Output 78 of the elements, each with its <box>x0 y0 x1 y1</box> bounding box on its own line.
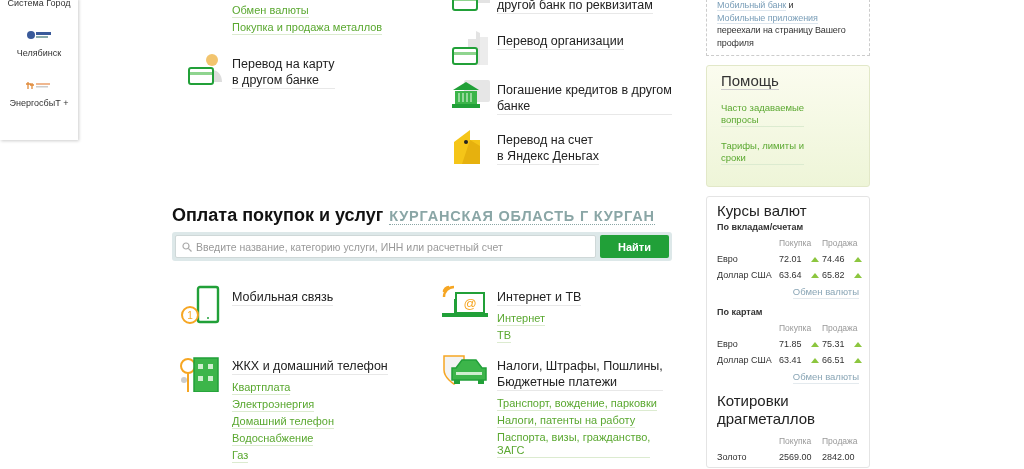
currency-exchange-link[interactable]: Обмен валюты <box>792 285 859 299</box>
service-link[interactable]: ТВ <box>497 329 512 343</box>
transfer-link[interactable]: Погашение кредитов в другом банке <box>497 82 672 115</box>
rates-subtitle: По вкладам/счетам <box>717 222 805 232</box>
up-arrow-icon <box>811 357 819 363</box>
buy-rate: 63.41 <box>779 355 803 365</box>
up-arrow-icon <box>811 341 819 347</box>
service-category-link[interactable]: ЖКХ и домашний телефон <box>232 358 388 375</box>
badge-number: 1 <box>187 310 193 321</box>
buy-rate: 71.85 <box>779 339 803 349</box>
house-tree-icon <box>180 354 220 392</box>
service-link[interactable]: Домашний телефон <box>232 415 335 429</box>
service-link[interactable]: Квартплата <box>232 381 291 395</box>
region-link[interactable]: КУРГАНСКАЯ ОБЛАСТЬ Г КУРГАН <box>389 208 655 225</box>
transfer-link[interactable]: Перевод на счет в Яндекс Деньгах <box>497 132 599 165</box>
help-link[interactable]: Часто задаваемые вопросы <box>721 102 805 127</box>
rates-subtitle: По картам <box>717 307 764 317</box>
profile-link[interactable]: Мобильные приложения <box>717 12 818 24</box>
sell-rate: 74.46 <box>822 254 846 264</box>
help-link[interactable]: Тарифы, лимиты и сроки <box>721 140 804 165</box>
find-button[interactable]: Найти <box>600 235 669 258</box>
up-arrow-icon <box>854 272 862 278</box>
up-arrow-icon <box>854 357 862 363</box>
buy-price: 2569.00 <box>779 452 811 462</box>
company-logo-icon <box>26 80 52 90</box>
car-shield-icon <box>442 354 488 388</box>
bank-icon <box>452 78 490 110</box>
card-building-icon <box>452 29 490 65</box>
service-link[interactable]: Электроэнергия <box>232 398 315 412</box>
currency-name: Евро <box>717 254 739 264</box>
service-category-link[interactable]: Мобильная связь <box>232 289 334 306</box>
currency-name: Доллар США <box>717 355 773 365</box>
company-logo-icon <box>26 30 52 40</box>
notice-text: Мобильный банк и Мобильные приложения переехали на страницу Вашего профиля <box>706 0 870 56</box>
at-sign: @ <box>463 296 477 311</box>
sell-rate: 75.31 <box>822 339 846 349</box>
currency-name: Евро <box>717 339 739 349</box>
metal-name: Золото <box>717 452 748 462</box>
service-link[interactable]: Транспорт, вождение, парковки <box>497 397 657 411</box>
currency-name: Доллар США <box>717 270 773 280</box>
buy-rate: 72.01 <box>779 254 803 264</box>
wallet-icon <box>452 128 482 164</box>
up-arrow-icon <box>811 256 819 262</box>
transfer-link[interactable]: Покупка и продажа металлов <box>232 21 383 35</box>
rates-title: Курсы валют <box>717 202 808 220</box>
sell-rate: 66.51 <box>822 355 846 365</box>
currency-exchange-link[interactable]: Обмен валюты <box>792 370 859 384</box>
transfer-link[interactable]: Перевод организации <box>497 33 624 50</box>
section-title: Оплата покупок и услуг <box>172 205 384 226</box>
transfer-link[interactable]: Обмен валюты <box>232 4 309 18</box>
service-link[interactable]: Паспорта, визы, гражданство, ЗАГС <box>497 431 651 458</box>
sell-rate: 65.82 <box>822 270 846 280</box>
search-field[interactable]: Введите название, категорию услуги, ИНН или расчетный счет <box>175 235 596 258</box>
service-link[interactable]: Интернет <box>497 312 545 326</box>
up-arrow-icon <box>854 341 862 347</box>
service-link[interactable]: Газ <box>232 449 249 463</box>
service-link[interactable]: Водоснабжение <box>232 432 314 446</box>
partner-name[interactable]: ЭнергосбыТ + <box>9 98 69 108</box>
help-title: Помощь <box>721 72 779 90</box>
metals-title: Котировки драгметаллов <box>717 392 817 428</box>
profile-link[interactable]: Мобильный банк <box>717 0 787 11</box>
service-category-link[interactable]: Налоги, Штрафы, Пошлины, Бюджетные платежи <box>497 358 663 391</box>
transfer-link[interactable]: другой банк по реквизитам <box>497 0 653 14</box>
search-icon <box>182 242 192 252</box>
column-header: Покупка <box>779 238 811 248</box>
sell-price: 2842.00 <box>822 452 854 462</box>
up-arrow-icon <box>854 256 862 262</box>
service-category-link[interactable]: Интернет и ТВ <box>497 289 582 306</box>
wifi-signal-icon <box>442 285 456 299</box>
partner-name[interactable]: Система Город <box>7 0 71 8</box>
card-person-icon <box>188 52 224 86</box>
transfer-link[interactable]: Перевод на карту в другом банке <box>232 56 335 89</box>
up-arrow-icon <box>811 272 819 278</box>
buy-rate: 63.64 <box>779 270 803 280</box>
column-header: Покупка <box>779 436 811 446</box>
partner-name[interactable]: Челябинск <box>16 48 62 58</box>
service-link[interactable]: Налоги, патенты на работу <box>497 414 636 428</box>
column-header: Покупка <box>779 323 811 333</box>
